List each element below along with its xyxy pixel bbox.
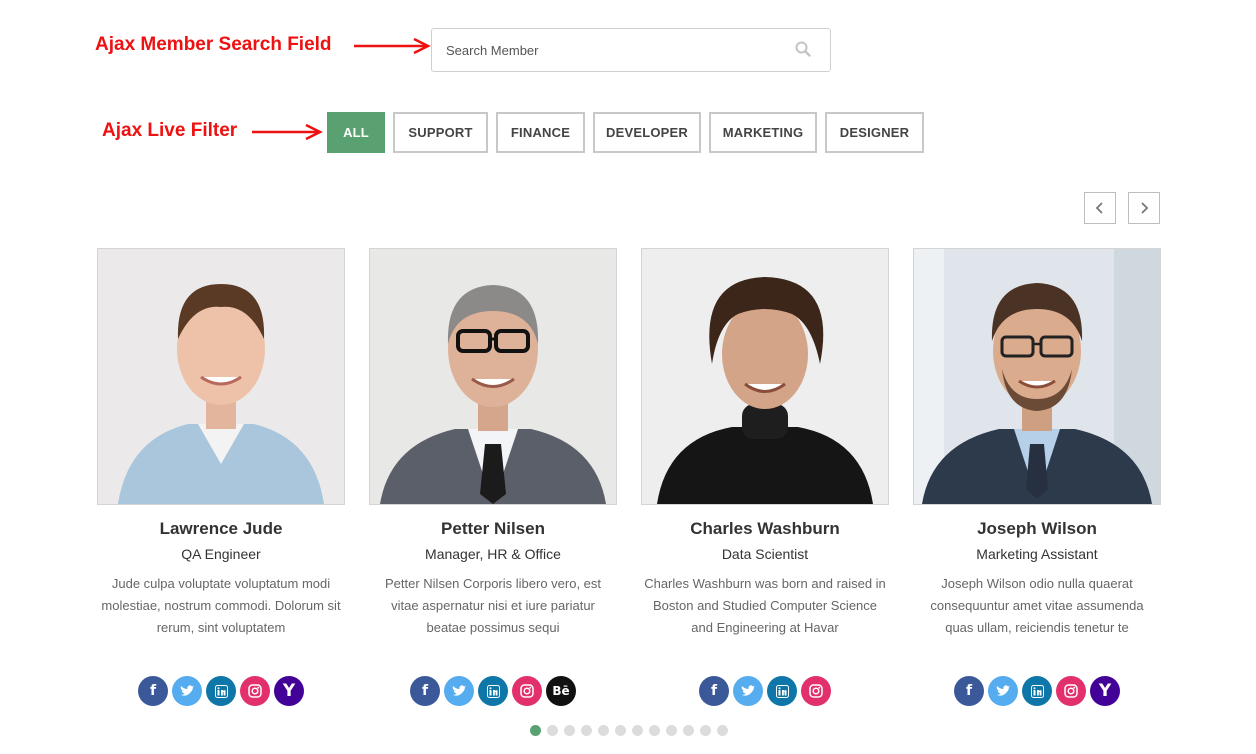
pagination-dot[interactable] [666,725,677,736]
instagram-icon[interactable] [512,676,542,706]
linkedin-icon[interactable] [478,676,508,706]
twitter-icon[interactable] [988,676,1018,706]
member-role: Marketing Assistant [976,546,1098,562]
carousel-prev-button[interactable] [1084,192,1116,224]
pagination-dot[interactable] [581,725,592,736]
pagination-dot[interactable] [530,725,541,736]
member-bio: Jude culpa voluptate voluptatum modi mol… [101,576,341,635]
yahoo-icon[interactable]: Y [1090,676,1120,706]
yahoo-icon[interactable]: Y [274,676,304,706]
filter-bar: ALL SUPPORT FINANCE DEVELOPER MARKETING … [327,112,924,153]
facebook-icon[interactable]: f [954,676,984,706]
search-icon[interactable] [794,40,812,58]
twitter-icon[interactable] [444,676,474,706]
social-links: f Y [913,676,1161,706]
member-photo [641,248,889,505]
member-bio: Joseph Wilson odio nulla quaerat consequ… [930,576,1144,635]
chevron-right-icon [1141,202,1149,214]
member-role: Manager, HR & Office [425,546,561,562]
social-links: f [641,676,889,706]
linkedin-icon[interactable] [767,676,797,706]
member-name: Joseph Wilson [977,519,1097,538]
arrow-right-icon [354,37,431,55]
linkedin-icon[interactable] [1022,676,1052,706]
member-card: Charles Washburn Data Scientist Charles … [641,248,889,706]
facebook-icon[interactable]: f [699,676,729,706]
chevron-left-icon [1095,202,1103,214]
member-photo [913,248,1161,505]
carousel-pagination [530,725,728,736]
social-links: f Y [97,676,345,706]
member-photo [97,248,345,505]
pagination-dot[interactable] [649,725,660,736]
member-search-input[interactable] [432,29,782,71]
member-card: Petter Nilsen Manager, HR & Office Pette… [369,248,617,706]
twitter-icon[interactable] [733,676,763,706]
member-card: Lawrence Jude QA Engineer Jude culpa vol… [97,248,345,706]
filter-marketing-button[interactable]: MARKETING [709,112,817,153]
social-links: f Bē [369,676,617,706]
twitter-icon[interactable] [172,676,202,706]
filter-support-button[interactable]: SUPPORT [393,112,488,153]
member-photo [369,248,617,505]
member-role: QA Engineer [181,546,261,562]
filter-annotation-label: Ajax Live Filter [102,120,238,141]
member-name: Lawrence Jude [159,519,283,538]
member-search-box[interactable] [431,28,831,72]
instagram-icon[interactable] [1056,676,1086,706]
carousel-next-button[interactable] [1128,192,1160,224]
filter-designer-button[interactable]: DESIGNER [825,112,924,153]
instagram-icon[interactable] [801,676,831,706]
linkedin-icon[interactable] [206,676,236,706]
member-name: Petter Nilsen [441,519,545,538]
pagination-dot[interactable] [598,725,609,736]
pagination-dot[interactable] [547,725,558,736]
pagination-dot[interactable] [615,725,626,736]
member-bio: Charles Washburn was born and raised in … [644,576,886,635]
filter-developer-button[interactable]: DEVELOPER [593,112,701,153]
pagination-dot[interactable] [564,725,575,736]
member-card: Joseph Wilson Marketing Assistant Joseph… [913,248,1161,706]
member-name: Charles Washburn [690,519,840,538]
instagram-icon[interactable] [240,676,270,706]
facebook-icon[interactable]: f [410,676,440,706]
pagination-dot[interactable] [683,725,694,736]
pagination-dot[interactable] [717,725,728,736]
filter-all-button[interactable]: ALL [327,112,385,153]
pagination-dot[interactable] [700,725,711,736]
arrow-right-icon [252,123,323,141]
behance-icon[interactable]: Bē [546,676,576,706]
filter-finance-button[interactable]: FINANCE [496,112,585,153]
member-role: Data Scientist [721,546,809,562]
facebook-icon[interactable]: f [138,676,168,706]
pagination-dot[interactable] [632,725,643,736]
member-bio: Petter Nilsen Corporis libero vero, est … [384,576,602,635]
search-annotation-label: Ajax Member Search Field [95,34,332,55]
